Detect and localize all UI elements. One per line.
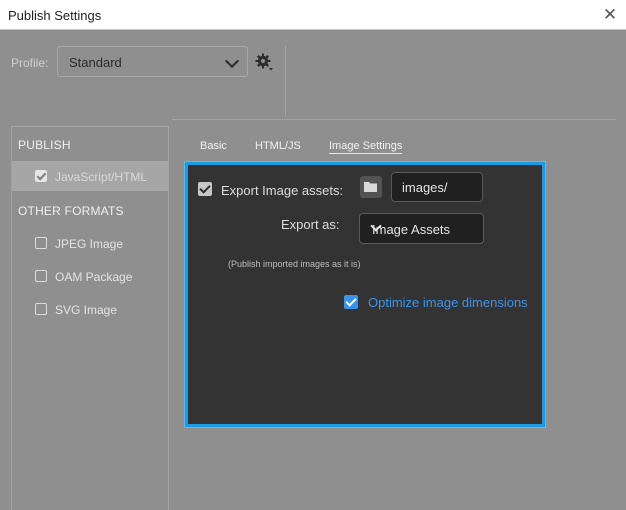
oam-package-checkbox[interactable] <box>35 270 47 282</box>
jpeg-image-checkbox[interactable] <box>35 237 47 249</box>
profile-select[interactable]: Standard <box>57 46 248 77</box>
tab-html-js[interactable]: HTML/JS <box>255 140 301 152</box>
sidebar-item-label: SVG Image <box>55 303 118 317</box>
image-settings-panel: Export Image assets: images/ Export as: … <box>185 162 545 427</box>
sidebar-item-label: OAM Package <box>55 270 133 284</box>
window-title: Publish Settings <box>8 8 102 23</box>
profile-label: Profile: <box>11 56 49 70</box>
other-formats-heading: OTHER FORMATS <box>18 204 124 218</box>
export-as-select[interactable]: Image Assets <box>359 213 484 244</box>
close-icon[interactable]: ✕ <box>600 5 620 25</box>
gear-icon[interactable] <box>254 52 274 72</box>
title-bar: Publish Settings ✕ <box>0 0 626 30</box>
tabs-divider <box>172 119 616 120</box>
profile-value: Standard <box>69 55 122 70</box>
chevron-down-icon <box>224 53 240 69</box>
publish-note: (Publish imported images as it is) <box>228 259 361 269</box>
sidebar-item-label: JPEG Image <box>55 237 124 251</box>
tab-basic[interactable]: Basic <box>200 140 227 152</box>
optimize-dimensions-checkbox[interactable] <box>344 295 358 309</box>
publish-heading: PUBLISH <box>18 138 71 152</box>
tab-image-settings[interactable]: Image Settings <box>329 140 403 154</box>
folder-icon[interactable] <box>360 176 382 198</box>
sidebar-item-oam-package[interactable]: OAM Package <box>12 261 168 291</box>
svg-image-checkbox[interactable] <box>35 303 47 315</box>
toolbar-divider <box>285 46 286 116</box>
sidebar-item-javascript-html[interactable]: JavaScript/HTML <box>12 161 168 191</box>
export-as-label: Export as: <box>281 217 340 232</box>
export-as-value: Image Assets <box>372 222 451 237</box>
sidebar-item-jpeg-image[interactable]: JPEG Image <box>12 228 168 258</box>
image-folder-value: images/ <box>402 180 448 195</box>
sidebar-item-svg-image[interactable]: SVG Image <box>12 294 168 324</box>
javascript-html-checkbox[interactable] <box>35 170 47 182</box>
sidebar-item-label: JavaScript/HTML <box>55 170 148 184</box>
format-sidebar: PUBLISH JavaScript/HTML OTHER FORMATS JP… <box>11 126 169 510</box>
export-image-assets-label: Export Image assets: <box>221 183 344 198</box>
export-image-assets-checkbox[interactable] <box>198 182 212 196</box>
image-folder-input[interactable]: images/ <box>391 172 483 202</box>
optimize-dimensions-label[interactable]: Optimize image dimensions <box>368 295 528 310</box>
